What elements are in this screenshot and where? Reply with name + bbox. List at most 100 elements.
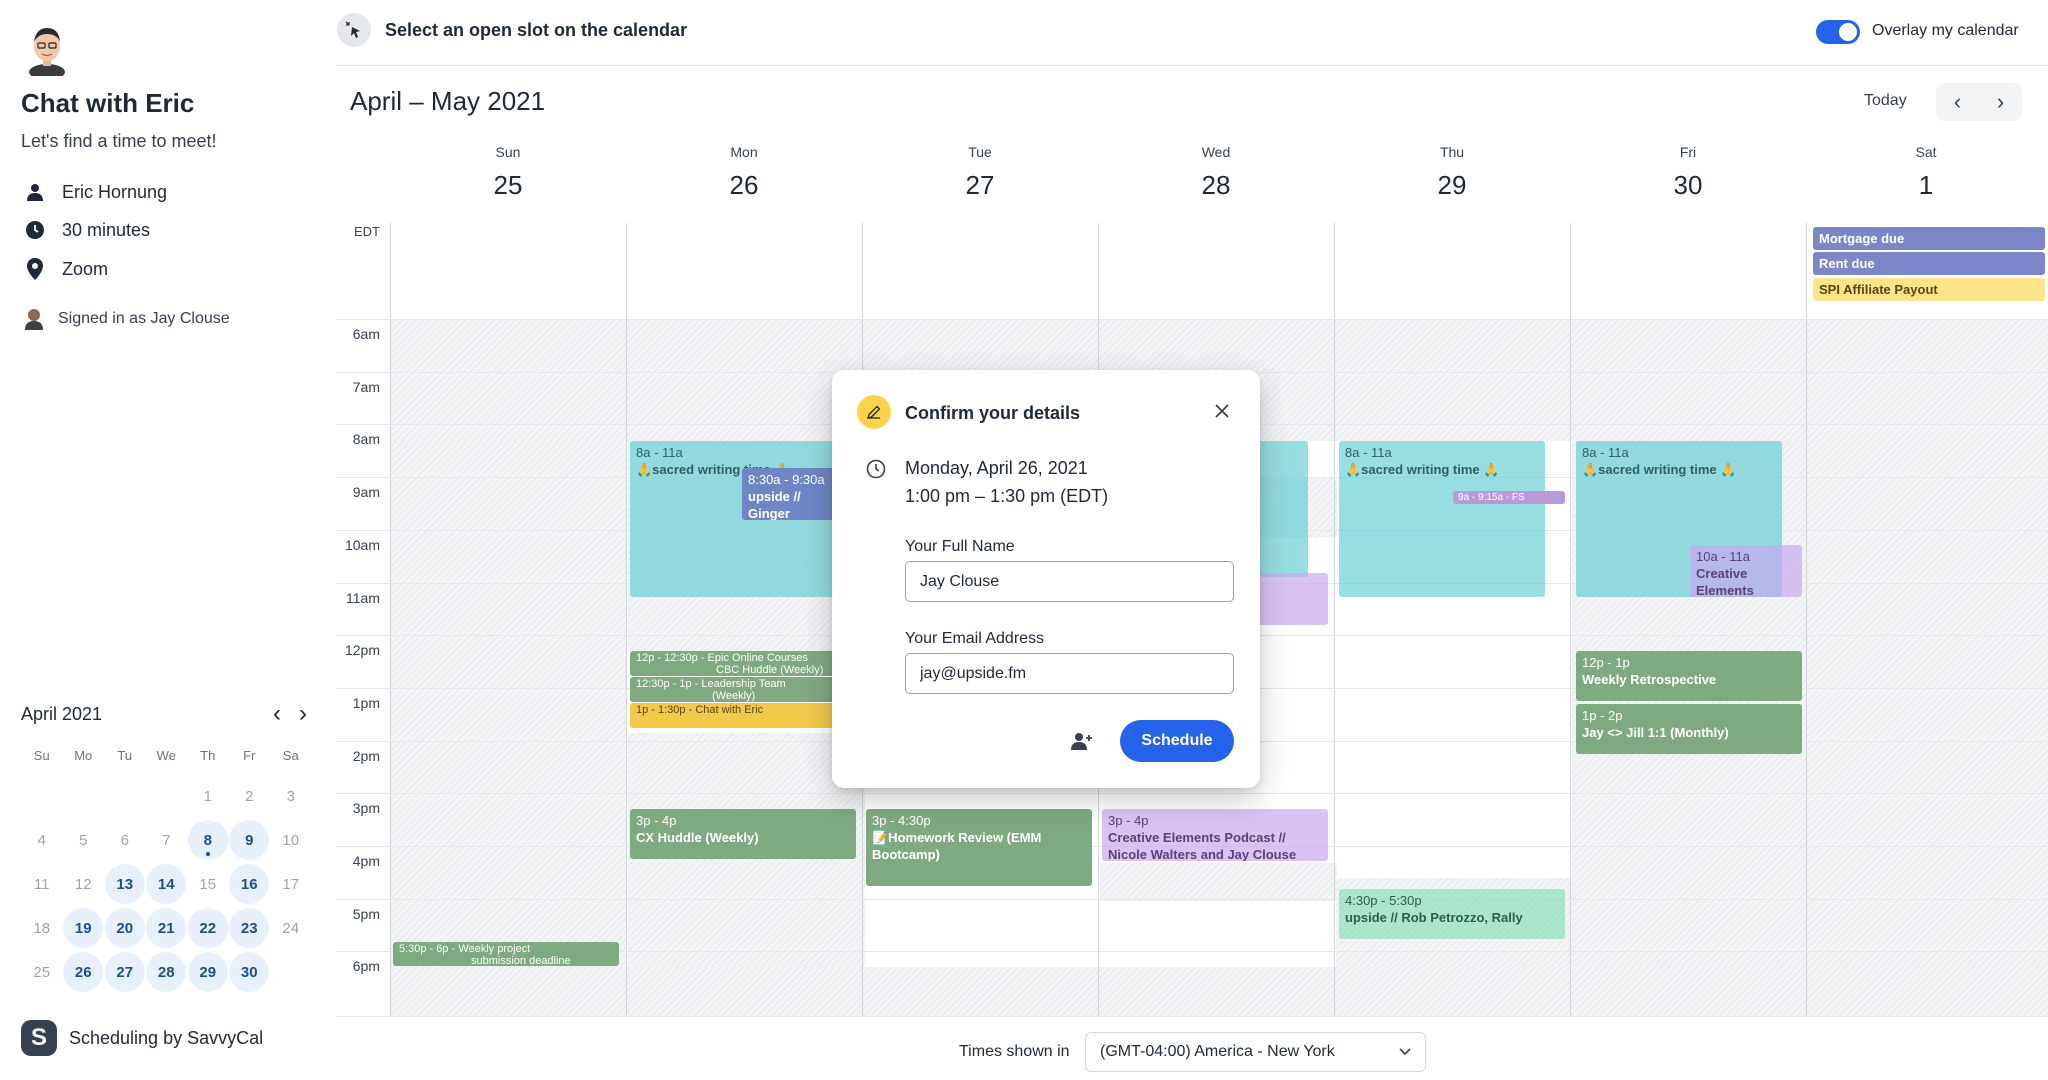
mini-day-number: 18 <box>33 919 51 937</box>
mini-day-number: 13 <box>104 864 145 904</box>
page-title: Chat with Eric <box>21 88 195 118</box>
day-number: 26 <box>729 170 759 200</box>
page-subtitle: Let's find a time to meet! <box>21 131 217 151</box>
calendar-event[interactable]: 3p - 4p CX Huddle (Weekly) <box>630 809 856 859</box>
mini-next-month-button[interactable]: › <box>299 702 307 726</box>
mini-calendar-day[interactable]: 28 <box>146 950 188 994</box>
mini-calendar-day[interactable]: 8 <box>187 818 229 862</box>
hour-label: 5pm <box>352 906 380 922</box>
mini-day-number: 16 <box>229 864 270 904</box>
allday-event[interactable]: Rent due <box>1813 252 2045 275</box>
allday-event[interactable]: SPI Affiliate Payout <box>1813 278 2045 301</box>
mini-calendar-day[interactable]: 16 <box>229 862 271 906</box>
close-icon[interactable] <box>1210 399 1234 423</box>
day-column-divider <box>1570 223 1571 1016</box>
mini-calendar-day: 24 <box>270 906 312 950</box>
schedule-button[interactable]: Schedule <box>1120 720 1234 762</box>
calendar-event[interactable]: 3p - 4p Creative Elements Podcast // Nic… <box>1102 809 1328 861</box>
clock-icon <box>866 459 886 484</box>
calendar-event[interactable]: 1p - 2p Jay <> Jill 1:1 (Monthly) <box>1576 704 1802 754</box>
mini-calendar-day[interactable]: 30 <box>229 950 271 994</box>
email-label: Your Email Address <box>905 630 1045 647</box>
calendar-event[interactable]: 4:30p - 5:30p upside // Rob Petrozzo, Ra… <box>1339 889 1565 939</box>
day-of-week: Wed <box>1201 144 1231 160</box>
calendar-event[interactable]: 5:30p - 6p - Weekly project submission d… <box>393 942 619 966</box>
email-input[interactable] <box>905 653 1234 694</box>
day-header: Thu 29 <box>1334 144 1570 201</box>
timezone-select[interactable]: (GMT-04:00) America - New York <box>1085 1032 1426 1072</box>
mini-calendar-day[interactable]: 21 <box>146 906 188 950</box>
mini-day-number: 28 <box>146 952 187 992</box>
mini-day-number: 1 <box>203 787 212 805</box>
hour-label: 7am <box>352 379 380 395</box>
mini-calendar-day[interactable]: 29 <box>187 950 229 994</box>
day-number: 1 <box>1918 170 1934 200</box>
mini-calendar-day[interactable]: 13 <box>104 862 146 906</box>
day-header: Fri 30 <box>1570 144 1806 201</box>
day-column-divider <box>390 223 391 1016</box>
calendar-event-chat-with-eric[interactable]: 1p - 1:30p - Chat with Eric <box>630 703 836 728</box>
duration-row: 30 minutes <box>24 217 150 243</box>
mini-calendar: April 2021 ‹ › Su Mo Tu We Th Fr Sa 1234567891… <box>21 700 309 994</box>
mini-day-number: 4 <box>37 831 46 849</box>
mini-day-number: 15 <box>199 875 217 893</box>
mini-calendar-day[interactable]: 22 <box>187 906 229 950</box>
day-of-week: Sun <box>495 144 521 160</box>
mini-day-number: 26 <box>63 952 104 992</box>
savvycal-logo-icon: S <box>21 1020 57 1056</box>
hour-label: 10am <box>344 537 380 553</box>
hour-label: 11am <box>346 590 380 606</box>
next-week-button[interactable]: › <box>1979 83 2022 121</box>
mini-calendar-day[interactable]: 27 <box>104 950 146 994</box>
day-of-week: Fri <box>1679 144 1697 160</box>
overlay-calendar-toggle[interactable] <box>1816 20 1860 44</box>
week-nav: ‹ › <box>1936 83 2022 121</box>
today-indicator <box>205 852 210 856</box>
hour-label: 12pm <box>344 642 380 658</box>
mini-calendar-day[interactable]: 14 <box>146 862 188 906</box>
calendar-event[interactable]: 3p - 4:30p 📝Homework Review (EMM Bootcam… <box>866 809 1092 886</box>
mini-calendar-day: 12 <box>63 862 105 906</box>
location: Zoom <box>62 258 109 279</box>
mini-day-number: 23 <box>229 908 270 948</box>
mini-weekday-label: Fr <box>243 748 256 763</box>
unavailable-region <box>390 441 627 1016</box>
mini-day-number: 12 <box>74 875 92 893</box>
brand-footer[interactable]: S Scheduling by SavvyCal <box>21 1020 263 1056</box>
full-name-input[interactable] <box>905 561 1234 602</box>
mini-calendar-empty <box>146 774 188 818</box>
mini-weekday-label: Tu <box>117 748 133 763</box>
mini-calendar-day[interactable]: 20 <box>104 906 146 950</box>
day-header: Sun 25 <box>390 144 626 201</box>
mini-calendar-day[interactable]: 23 <box>229 906 271 950</box>
calendar-event[interactable]: 12:30p - 1p - Leadership Team (Weekly) <box>630 677 836 702</box>
mini-calendar-day[interactable]: 9 <box>229 818 271 862</box>
allday-event[interactable]: Mortgage due <box>1813 227 2045 250</box>
calendar-event[interactable]: 12p - 1p Weekly Retrospective <box>1576 651 1802 701</box>
prev-week-button[interactable]: ‹ <box>1936 83 1979 121</box>
mini-prev-month-button[interactable]: ‹ <box>273 702 281 726</box>
calendar-event[interactable]: 10a - 11a Creative Elements <box>1690 545 1802 597</box>
mini-calendar-day: 1 <box>187 774 229 818</box>
calendar-event[interactable]: 8:30a - 9:30a upside // Ginger <box>742 468 836 520</box>
mini-calendar-day[interactable]: 26 <box>63 950 105 994</box>
calendar-event[interactable]: 9a - 9:15a - FS <box>1453 491 1565 504</box>
host-name-row: Eric Hornung <box>24 179 167 205</box>
mini-day-number: 6 <box>120 831 129 849</box>
add-guest-icon[interactable] <box>1068 727 1096 755</box>
calendar-range-title: April – May 2021 <box>350 86 546 116</box>
day-number: 30 <box>1673 170 1703 200</box>
calendar-event[interactable]: 8a - 11a 🙏sacred writing time 🙏 <box>1339 441 1545 597</box>
today-button[interactable]: Today <box>1864 92 1907 110</box>
hour-label: 3pm <box>352 800 380 816</box>
clock-icon <box>24 219 46 241</box>
mini-calendar-day: 6 <box>104 818 146 862</box>
hour-line <box>336 793 2048 794</box>
mini-day-number: 20 <box>104 908 145 948</box>
mini-calendar-day[interactable]: 19 <box>63 906 105 950</box>
calendar-event[interactable]: 12p - 12:30p - Epic Online Courses CBC H… <box>630 651 836 676</box>
mini-calendar-weekdays: Su Mo Tu We Th Fr Sa <box>21 748 309 768</box>
mini-day-number: 11 <box>33 875 50 893</box>
confirm-details-modal: Confirm your details Monday, April 26, 2… <box>832 370 1260 788</box>
day-header: Mon 26 <box>626 144 862 201</box>
